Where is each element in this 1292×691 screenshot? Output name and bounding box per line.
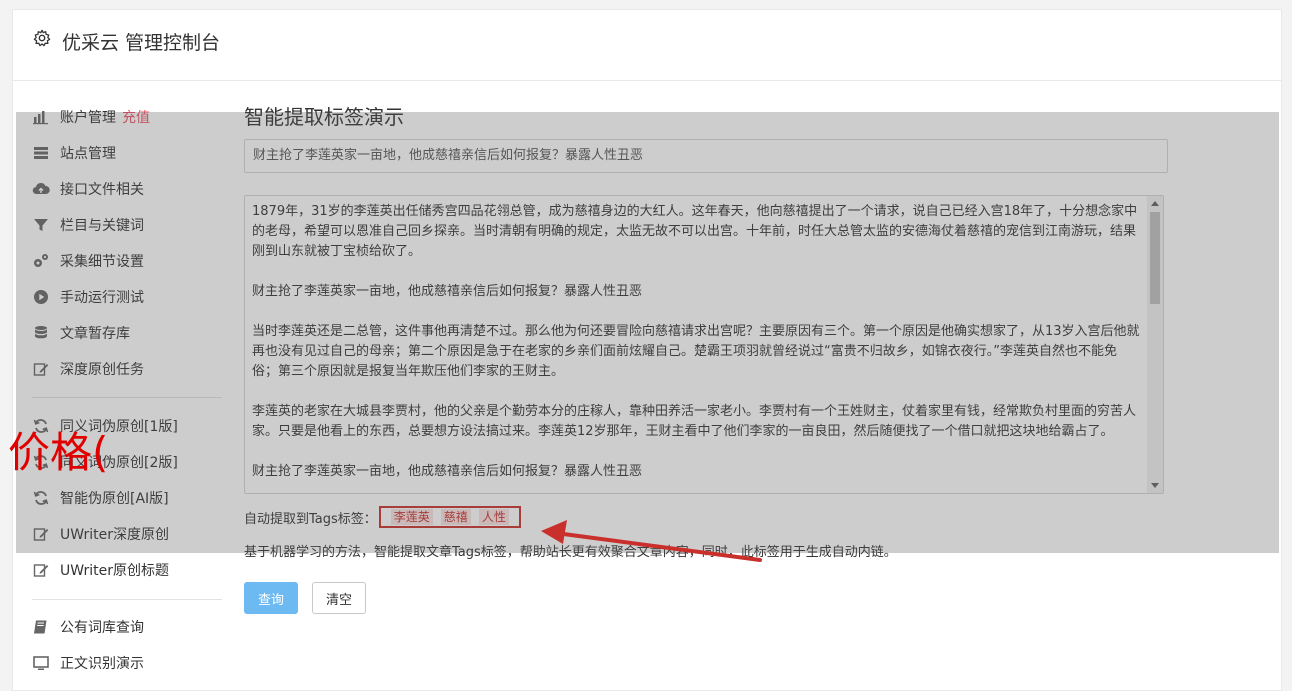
sidebar-item-deep-original[interactable]: 深度原创任务: [32, 358, 144, 380]
edit-icon: [33, 528, 49, 541]
server-icon: [34, 147, 48, 159]
scroll-down-arrow-icon[interactable]: [1151, 483, 1159, 488]
sidebar-item-ai-pseudo[interactable]: 智能伪原创[AI版]: [32, 487, 169, 509]
article-content-textarea[interactable]: 1879年，31岁的李莲英出任储秀宫四品花翎总管，成为慈禧身边的大红人。这年春天…: [244, 195, 1164, 494]
bar-chart-icon: [33, 111, 48, 125]
content-paragraph: 财主抢了李莲英家一亩地，他成慈禧亲信后如何报复？暴露人性丑恶: [252, 464, 643, 479]
sidebar-item-label: 正文识别演示: [60, 656, 144, 672]
edit-icon: [33, 363, 49, 376]
scrollbar-thumb[interactable]: [1150, 212, 1160, 304]
sidebar-item-label: 接口文件相关: [60, 182, 144, 198]
edit-icon: [33, 564, 49, 577]
gears-icon: [34, 254, 48, 267]
sidebar-item-columns-keywords[interactable]: 栏目与关键词: [32, 214, 144, 236]
filter-icon: [34, 219, 48, 231]
article-title-input[interactable]: [244, 139, 1168, 173]
sidebar-item-label: 采集细节设置: [60, 254, 144, 270]
sidebar-item-collect-settings[interactable]: 采集细节设置: [32, 250, 144, 272]
sidebar-item-interface-files[interactable]: 接口文件相关: [32, 178, 144, 200]
sidebar-item-public-lexicon[interactable]: 公有词库查询: [32, 616, 144, 638]
database-icon: [35, 326, 47, 339]
tags-label: 自动提取到Tags标签：: [244, 511, 377, 527]
sidebar-item-label: UWriter原创标题: [60, 563, 169, 579]
recharge-link[interactable]: 充值: [122, 107, 150, 127]
sidebar-item-label: 手动运行测试: [60, 290, 144, 306]
monitor-icon: [33, 656, 49, 670]
content-scrollbar[interactable]: [1147, 196, 1163, 493]
price-annotation: 价格(: [8, 428, 109, 477]
sidebar-item-account[interactable]: 账户管理 充值: [32, 106, 150, 128]
content-paragraph: 财主抢了李莲英家一亩地，他成慈禧亲信后如何报复？暴露人性丑恶: [252, 284, 643, 299]
sidebar-item-label: 公有词库查询: [60, 620, 144, 636]
header: 优采云 管理控制台: [13, 10, 1281, 81]
sidebar-item-label: 深度原创任务: [60, 362, 144, 378]
sidebar-divider: [32, 599, 222, 600]
scroll-up-arrow-icon[interactable]: [1151, 201, 1159, 206]
tags-highlight-box: 李莲英 慈禧 人性: [378, 506, 521, 528]
content-paragraph: 李莲英的老家在大城县李贾村，他的父亲是个勤劳本分的庄稼人，靠种田养活一家老小。李…: [252, 404, 1137, 439]
cloud-upload-icon: [32, 182, 50, 195]
tag-chip[interactable]: 李莲英: [390, 509, 433, 525]
sidebar-item-text-recognition[interactable]: 正文识别演示: [32, 652, 144, 674]
sidebar-item-article-storage[interactable]: 文章暂存库: [32, 322, 130, 344]
refresh-icon: [33, 491, 49, 505]
content-paragraph: 当时李莲英还是二总管，这件事他再清楚不过。那么他为何还要冒险向慈禧请求出宫呢？主…: [252, 324, 1140, 379]
content-paragraph: 1879年，31岁的李莲英出任储秀宫四品花翎总管，成为慈禧身边的大红人。这年春天…: [252, 204, 1138, 259]
gear-icon: [33, 29, 51, 47]
sidebar-item-sites[interactable]: 站点管理: [32, 142, 116, 164]
sidebar-item-label: 账户管理: [60, 110, 116, 126]
query-button[interactable]: 查询: [244, 582, 298, 614]
tags-row: 自动提取到Tags标签： 李莲英 慈禧 人性: [244, 506, 521, 528]
sidebar-item-label: 站点管理: [60, 146, 116, 162]
feature-description: 基于机器学习的方法，智能提取文章Tags标签，帮助站长更有效聚合文章内容，同时，…: [244, 545, 897, 560]
book-icon: [34, 620, 47, 634]
app-title: 优采云 管理控制台: [62, 32, 221, 54]
sidebar-item-label: 栏目与关键词: [60, 218, 144, 234]
clear-button[interactable]: 清空: [312, 582, 366, 614]
sidebar-item-uwriter-title[interactable]: UWriter原创标题: [32, 559, 169, 581]
sidebar-item-label: 智能伪原创[AI版]: [60, 491, 169, 507]
sidebar-item-label: 文章暂存库: [60, 326, 130, 342]
tag-chip[interactable]: 慈禧: [440, 509, 471, 525]
sidebar-item-manual-run[interactable]: 手动运行测试: [32, 286, 144, 308]
sidebar-divider: [32, 397, 222, 398]
play-circle-icon: [34, 290, 48, 304]
tag-chip[interactable]: 人性: [478, 509, 509, 525]
article-content-text: 1879年，31岁的李莲英出任储秀宫四品花翎总管，成为慈禧身边的大红人。这年春天…: [252, 202, 1142, 493]
page-title: 智能提取标签演示: [244, 105, 404, 129]
sidebar-item-uwriter-deep[interactable]: UWriter深度原创: [32, 523, 169, 545]
sidebar-item-label: UWriter深度原创: [60, 527, 169, 543]
